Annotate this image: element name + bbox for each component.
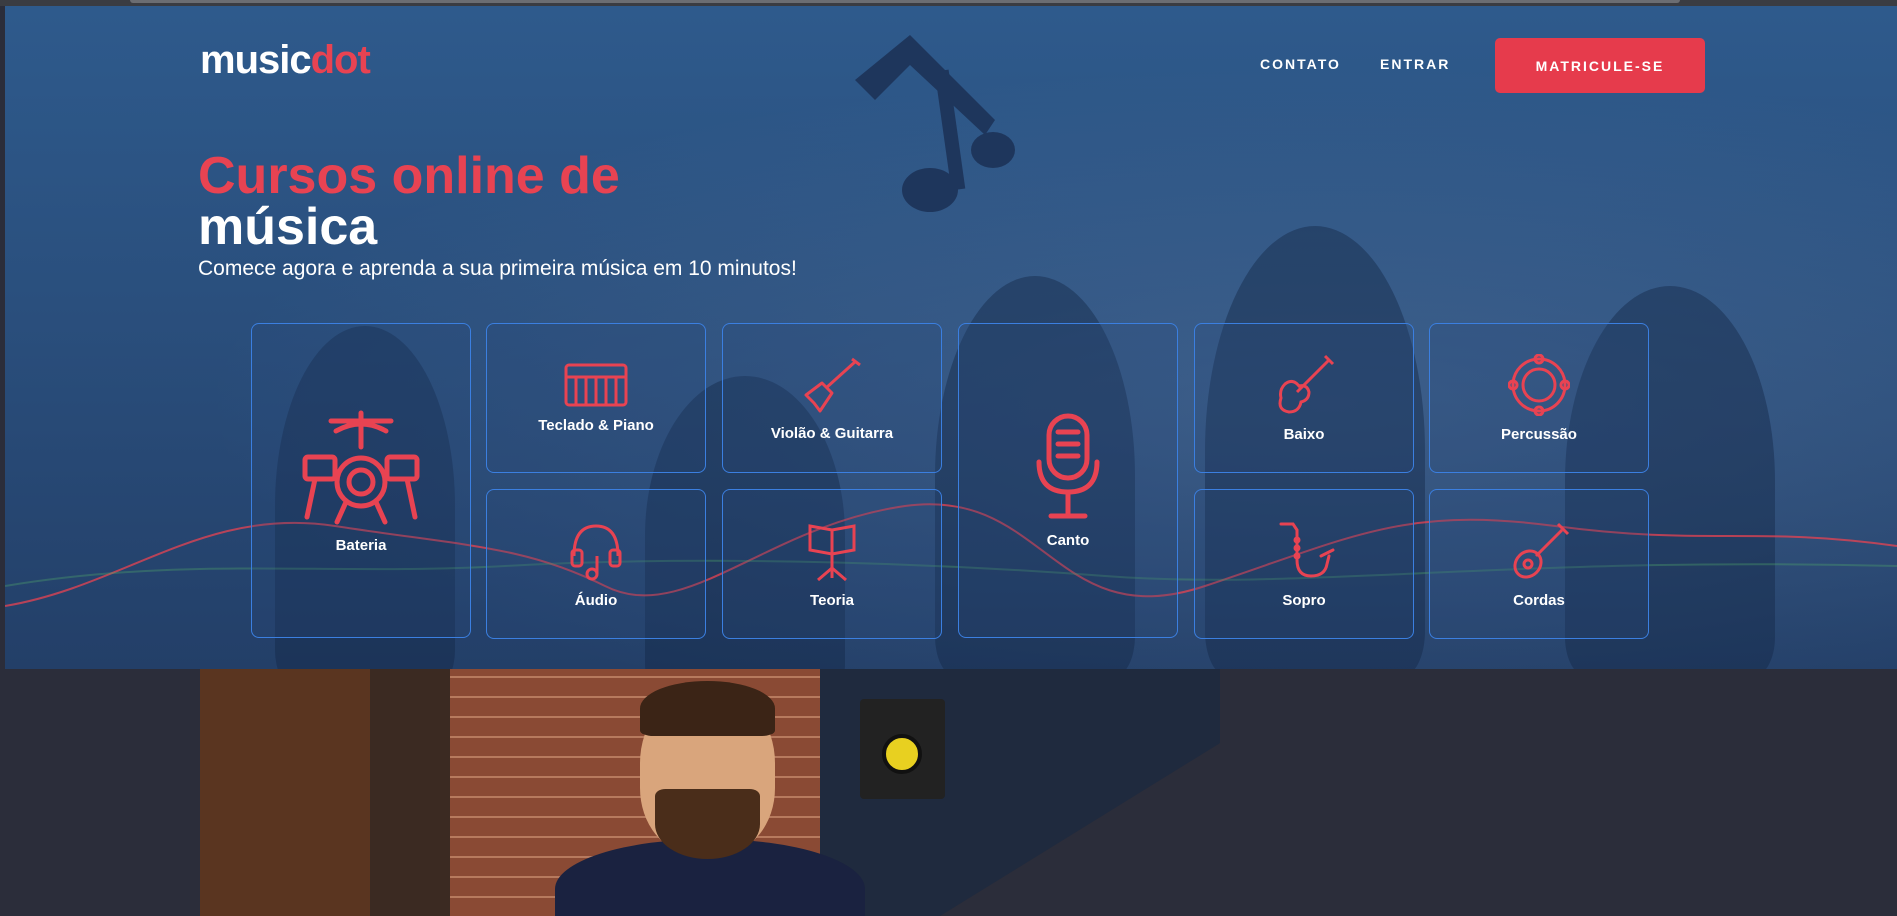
nav-contato[interactable]: CONTATO [1260,56,1341,72]
drum-kit-icon [302,410,420,525]
course-label: Cordas [1513,591,1565,609]
course-card-cordas[interactable]: Cordas [1429,489,1649,639]
course-label: Violão & Guitarra [770,424,894,442]
saxophone-icon [1279,522,1335,578]
course-card-teclado[interactable]: Teclado & Piano [486,323,706,473]
speaker-cone [882,734,922,774]
intro-video-thumbnail[interactable] [200,669,1220,916]
studio-monitor [860,699,945,799]
logo-accent: dot [310,38,371,82]
course-card-canto[interactable]: Canto [958,323,1178,638]
scroll-indicator [130,0,1680,3]
course-label: Baixo [1283,425,1325,443]
course-card-baixo[interactable]: Baixo [1194,323,1414,473]
microphone-icon [1036,413,1100,519]
headphones-icon [570,523,622,580]
course-label: Sopro [1282,591,1326,609]
logo[interactable]: musicdot [200,38,371,83]
guitar-icon [804,357,861,412]
hero-section: musicdot CONTATO ENTRAR MATRICULE-SE Cur… [5,6,1897,669]
course-label: Áudio [574,591,618,609]
course-card-sopro[interactable]: Sopro [1194,489,1414,639]
keyboard-icon [564,363,628,406]
course-label: Teoria [810,591,854,609]
enroll-button[interactable]: MATRICULE-SE [1495,38,1705,93]
bass-icon [1278,354,1335,414]
course-card-teoria[interactable]: Teoria [722,489,942,639]
course-label: Teclado & Piano [538,416,654,434]
hero-title-line1: Cursos online de [198,147,620,205]
music-stand-icon [808,523,856,581]
presenter-beard [655,789,760,859]
wooden-cabinet [200,669,370,916]
course-card-audio[interactable]: Áudio [486,489,706,639]
presenter-hair [640,681,775,736]
nav-entrar[interactable]: ENTRAR [1380,56,1450,72]
tambourine-icon [1508,353,1570,416]
diagonal-overlay [940,669,1220,916]
course-card-violao[interactable]: Violão & Guitarra [722,323,942,473]
mandolin-icon [1513,522,1570,579]
course-label: Canto [1046,532,1090,549]
music-note-graphic [855,35,1015,212]
course-label: Bateria [335,537,387,554]
logo-text: music [200,38,312,82]
course-label: Percussão [1501,425,1577,443]
hero-subtitle: Comece agora e aprenda a sua primeira mú… [198,257,797,280]
hero-title-line2: música [198,198,378,256]
course-card-percussao[interactable]: Percussão [1429,323,1649,473]
course-card-bateria[interactable]: Bateria [251,323,471,638]
